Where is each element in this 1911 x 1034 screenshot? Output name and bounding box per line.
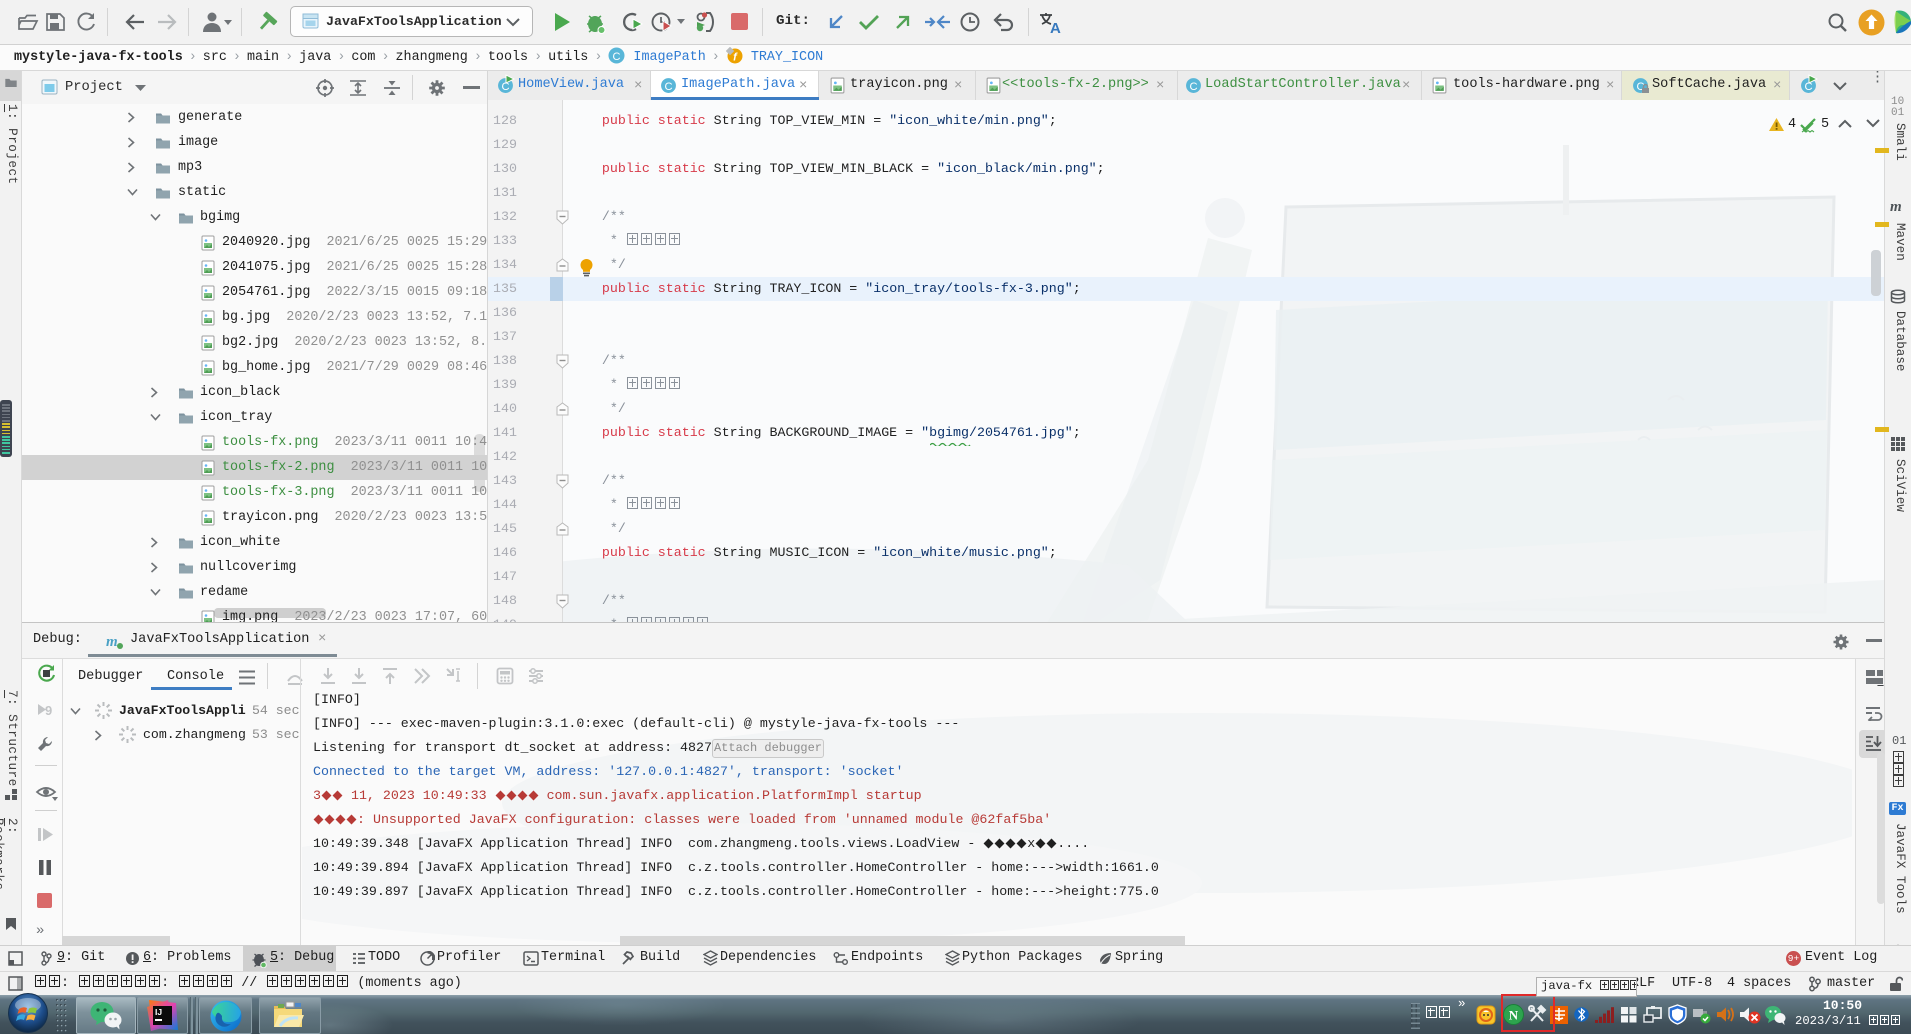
svg-text:m: m [106,634,118,650]
svg-text:IJ: IJ [155,1007,162,1017]
svg-text:9: 9 [45,703,52,718]
svg-text:A: A [1050,20,1061,35]
svg-text:C: C [613,51,621,63]
